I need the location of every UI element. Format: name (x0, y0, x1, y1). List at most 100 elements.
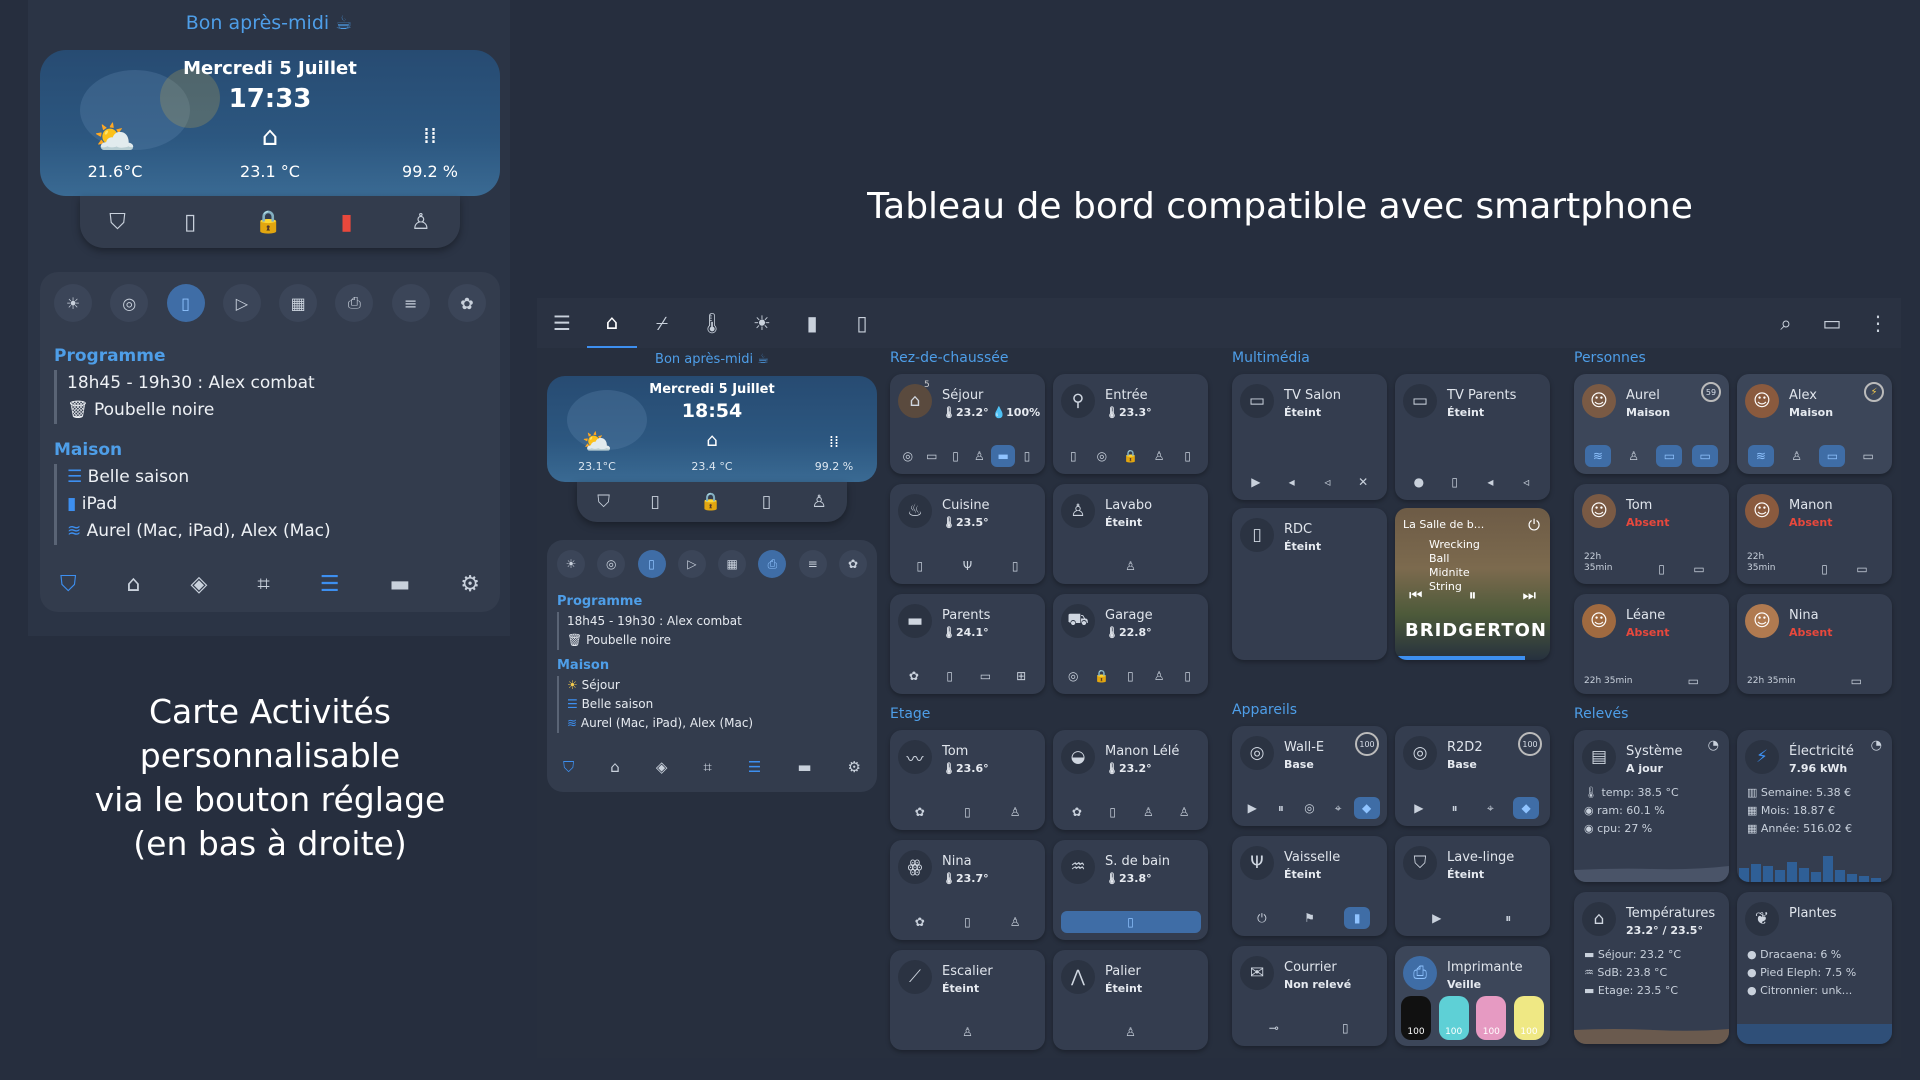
door-icon[interactable]: ▯ (1002, 555, 1028, 577)
vacuum-icon[interactable]: ✿ (447, 284, 486, 322)
room-lavabo[interactable]: ♙ Lavabo Éteint ♙ (1053, 484, 1208, 584)
robot-icon[interactable]: ◎ (896, 445, 920, 467)
mute-icon[interactable]: ✕ (1350, 471, 1376, 493)
lock-icon[interactable]: 🔒 (255, 210, 282, 235)
history-icon[interactable]: ◔ (1871, 738, 1882, 753)
reading-electricite[interactable]: ⚡ Électricité 7.96 kWh ◔ ▥ Semaine: 5.38… (1737, 730, 1892, 882)
fan-icon[interactable]: ✿ (907, 911, 933, 933)
shield-check-icon[interactable]: ⛉ (60, 572, 77, 597)
play-icon[interactable]: ▶ (1424, 907, 1450, 929)
home-tab-icon[interactable]: ⌂ (587, 298, 637, 348)
pause-icon[interactable]: ⏸ (1469, 586, 1477, 604)
fan-icon[interactable]: ✿ (1064, 801, 1090, 823)
person-manon[interactable]: ☺ Manon Absent 22h 35min ▯ ▭ (1737, 484, 1892, 584)
weather-card[interactable]: Mercredi 5 Juillet 17:33 ⛅ 21.6°C ⌂ 23.1… (40, 50, 500, 196)
person-icon[interactable]: ♙ (1002, 801, 1028, 823)
volume-down-icon[interactable]: ◂ (1477, 471, 1503, 493)
radiator-icon[interactable]: ≡ (798, 550, 827, 578)
reading-temperatures[interactable]: ⌂ Températures 23.2° / 23.5° ▬ Séjour: 2… (1574, 892, 1729, 1044)
door-icon[interactable]: ▯ (1332, 1017, 1358, 1039)
message-icon[interactable]: ▬ (389, 572, 410, 597)
person-icon[interactable]: ♙ (1118, 555, 1144, 577)
history-icon[interactable]: ◔ (1708, 738, 1719, 753)
person-icon[interactable]: ♙ (1171, 801, 1197, 823)
person-icon[interactable]: ♙ (967, 445, 991, 467)
tv-icon[interactable]: ▭ (920, 445, 944, 467)
remote-icon[interactable]: ▯ (954, 911, 980, 933)
list-icon[interactable]: ☰ (320, 572, 340, 597)
room-cuisine[interactable]: ♨ Cuisine 🌡23.5° ▯ Ψ ▯ (890, 484, 1045, 584)
remote-tab-icon[interactable]: ▯ (837, 311, 887, 335)
cube-icon[interactable]: ◈ (190, 572, 207, 597)
media-rdc[interactable]: ▯ RDC Éteint (1232, 508, 1387, 660)
shield-check-icon[interactable]: ⛉ (563, 758, 574, 776)
media-tvsalon[interactable]: ▭ TV Salon Éteint ▶ ◂ ◃ ✕ (1232, 374, 1387, 500)
gear-icon[interactable]: ⚙ (848, 758, 861, 776)
tv-icon[interactable]: ▭ (972, 665, 998, 687)
reading-plantes[interactable]: ❦ Plantes ● Dracaena: 6 % ● Pied Eleph: … (1737, 892, 1892, 1044)
location-icon[interactable]: ⌖ (1325, 797, 1351, 819)
tv-icon[interactable]: ▷ (222, 284, 261, 322)
broom-tab-icon[interactable]: ⌿ (637, 311, 687, 335)
person-leane[interactable]: ☺ Léane Absent 22h 35min ▭ (1574, 594, 1729, 694)
room-parents[interactable]: ▬ Parents 🌡24.1° ✿ ▯ ▭ ⊞ (890, 594, 1045, 694)
sofa-icon[interactable]: ▬ (991, 445, 1016, 467)
person-icon[interactable]: ♙ (1621, 445, 1647, 467)
scan-icon[interactable]: ⌗ (257, 572, 269, 597)
room-manon[interactable]: ◒ Manon Lélé 🌡23.2° ✿ ▯ ♙ ♙ (1053, 730, 1208, 830)
home-icon[interactable]: ⌂ (610, 758, 620, 776)
remote-icon[interactable]: ▯ (1060, 911, 1201, 933)
tablet-icon[interactable]: ▭ (1851, 674, 1862, 688)
lock-icon[interactable]: 🔒 (1089, 665, 1115, 687)
person-icon[interactable]: ♙ (1784, 445, 1810, 467)
player-progress[interactable] (1395, 656, 1525, 660)
person-icon[interactable]: ♙ (812, 492, 827, 512)
tablet-icon[interactable]: ▭ (1692, 445, 1719, 467)
speaker-icon[interactable]: ▯ (637, 550, 666, 578)
tv-icon[interactable]: ▷ (677, 550, 706, 578)
home-icon[interactable]: ⌂ (127, 572, 141, 597)
room-nina[interactable]: ꙮ Nina 🌡23.7° ✿ ▯ ♙ (890, 840, 1045, 940)
device-imprimante[interactable]: ⎙ Imprimante Veille 100 100 100 100 (1395, 946, 1550, 1046)
person-aurel[interactable]: ☺ Aurel Maison 59 ≋ ♙ ▭ ▭ (1574, 374, 1729, 474)
room-sejour[interactable]: ⌂ 5 Séjour 🌡23.2° 💧100% ◎ ▭ ▯ ♙ ▬ ▯ (890, 374, 1045, 474)
play-icon[interactable]: ▶ (1406, 797, 1432, 819)
remote-icon[interactable]: ▯ (650, 492, 659, 512)
flag-icon[interactable]: ⚑ (1296, 907, 1322, 929)
remote-icon[interactable]: ▯ (907, 555, 933, 577)
light-icon[interactable]: ☀ (54, 284, 92, 322)
laptop-icon[interactable]: ▭ (1656, 445, 1683, 467)
pause-icon[interactable]: ⏸ (1495, 907, 1521, 929)
calendar-icon[interactable]: ▦ (718, 550, 747, 578)
light-icon[interactable]: ☀ (557, 550, 585, 578)
shield-off-icon[interactable]: ⛉ (597, 492, 610, 512)
tablet-icon[interactable]: ▭ (1855, 445, 1881, 467)
door-icon[interactable]: ▯ (762, 492, 771, 512)
more-vert-icon[interactable]: ⋮ (1855, 311, 1901, 335)
remote-icon[interactable]: ▯ (184, 210, 196, 235)
room-palier[interactable]: ⋀ Palier Éteint ♙ (1053, 950, 1208, 1050)
person-icon[interactable]: ♙ (955, 1021, 981, 1043)
youtube-icon[interactable]: ▶ (1243, 471, 1269, 493)
device-courrier[interactable]: ✉ Courrier Non relevé ⊸ ▯ (1232, 946, 1387, 1046)
tablet-icon[interactable]: ▭ (1856, 562, 1867, 576)
power-icon[interactable]: ⏻ (1249, 907, 1275, 929)
person-icon[interactable]: ♙ (1135, 801, 1161, 823)
pause-icon[interactable]: ⏸ (1442, 797, 1468, 819)
door-icon[interactable]: ▮ (1344, 907, 1371, 929)
person-alex[interactable]: ☺ Alex Maison ⚡ ≋ ♙ ▭ ▭ (1737, 374, 1892, 474)
person-icon[interactable]: ♙ (1146, 665, 1172, 687)
person-icon[interactable]: ♙ (411, 210, 431, 235)
device-walle[interactable]: ◎ Wall-E Base 100 ▶ ⏸ ◎ ⌖ ◆ (1232, 726, 1387, 826)
wifi-icon[interactable]: ≋ (1747, 445, 1774, 467)
scan-icon[interactable]: ⌗ (703, 758, 711, 776)
apple-icon[interactable]: ● (1406, 471, 1432, 493)
location-icon[interactable]: ⌖ (1477, 797, 1503, 819)
message-icon[interactable]: ▬ (797, 758, 811, 776)
remote-icon[interactable]: ▯ (944, 445, 968, 467)
remote-icon[interactable]: ▯ (1175, 665, 1201, 687)
previous-icon[interactable]: ⏮ (1409, 586, 1423, 604)
radiator-icon[interactable]: ≡ (391, 284, 430, 322)
calendar-icon[interactable]: ▦ (279, 284, 318, 322)
person-icon[interactable]: ♙ (1002, 911, 1028, 933)
